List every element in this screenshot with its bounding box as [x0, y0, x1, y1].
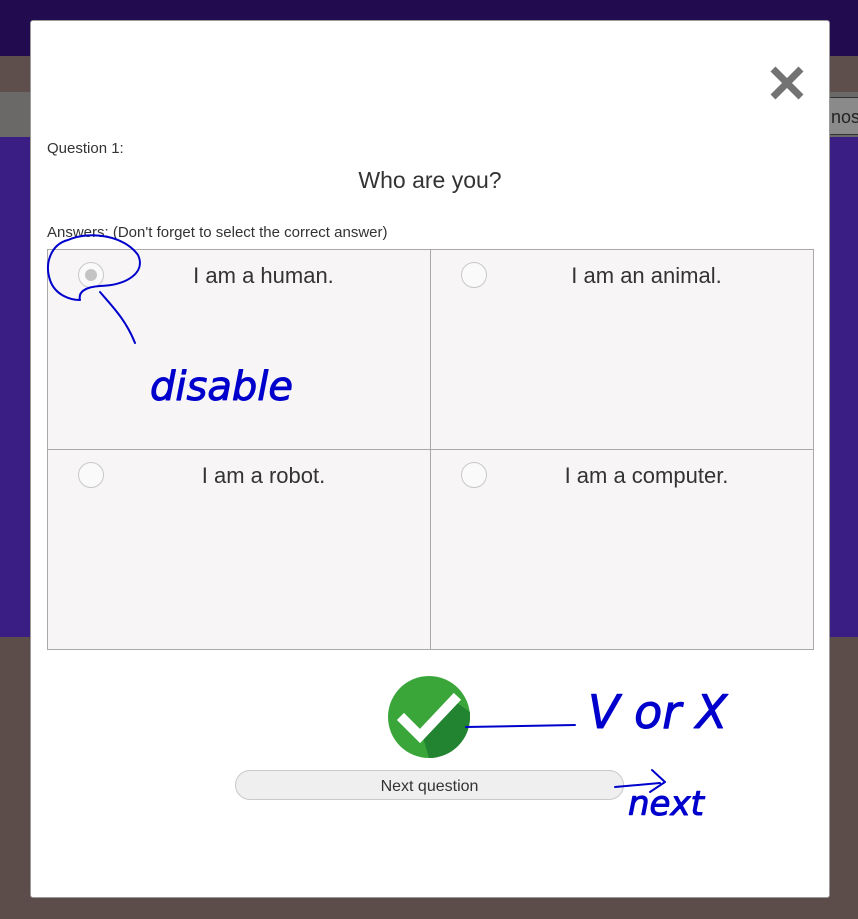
question-number: Question 1: — [47, 140, 124, 157]
answers-grid: I am a human. I am an animal. I am a rob… — [46, 248, 814, 650]
answer-text: I am a computer. — [564, 462, 729, 488]
close-icon[interactable] — [765, 61, 809, 105]
answer-text: I am an animal. — [571, 262, 722, 288]
background-button[interactable]: nos — [828, 97, 858, 135]
next-question-button[interactable]: Next question — [235, 770, 624, 800]
answer-text: I am a human. — [193, 262, 334, 288]
answers-label: Answers: (Don't forget to select the cor… — [47, 224, 388, 241]
checkmark-icon — [388, 672, 470, 762]
answer-option[interactable]: I am a human. — [46, 248, 431, 450]
answer-option[interactable]: I am an animal. — [429, 248, 814, 450]
answer-option[interactable]: I am a robot. — [46, 448, 431, 650]
question-text: Who are you? — [358, 167, 502, 193]
answer-text: I am a robot. — [201, 462, 326, 488]
answer-option[interactable]: I am a computer. — [429, 448, 814, 650]
question-modal: Question 1: Who are you? Answers: (Don't… — [30, 20, 830, 898]
